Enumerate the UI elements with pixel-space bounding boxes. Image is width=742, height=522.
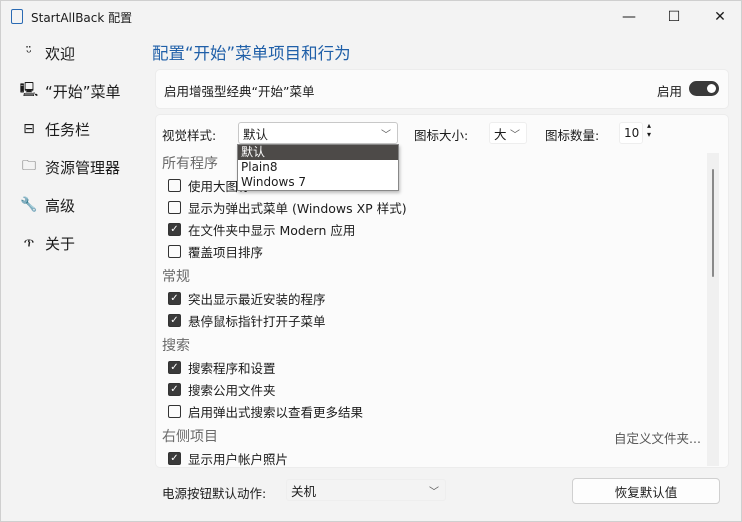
smile-icon: ᵕ̈ (26, 45, 32, 61)
customize-folders-link[interactable]: 自定义文件夹... (614, 428, 701, 447)
checkbox-option[interactable]: ✓ 悬停鼠标指针打开子菜单 (168, 311, 326, 329)
icon-size-label: 图标大小: (414, 128, 469, 143)
restore-defaults-button[interactable]: 恢复默认值 (572, 478, 720, 504)
checkbox-option[interactable]: ✓ 突出显示最近安装的程序 (168, 289, 326, 307)
section-title: 所有程序 (162, 156, 218, 172)
checkbox-option[interactable]: ✓ 在文件夹中显示 Modern 应用 (168, 220, 355, 238)
checkbox-label: 在文件夹中显示 Modern 应用 (188, 222, 356, 238)
power-action-select[interactable]: 关机 ﹀ (286, 479, 446, 501)
sidebar-item-label: 高级 (45, 196, 76, 215)
scrollbar[interactable] (707, 153, 719, 466)
sidebar-item-2[interactable]: ⊟ 任务栏 (19, 117, 90, 141)
dropdown-option[interactable]: 默认 (238, 145, 398, 160)
page-title: 配置“开始”菜单项目和行为 (152, 44, 351, 63)
toggle-label: 启用 (657, 84, 683, 99)
sidebar-item-label: 关于 (45, 234, 76, 253)
checkbox-option[interactable]: ✓ 搜索程序和设置 (168, 358, 276, 376)
section-title: 右侧项目 (162, 429, 218, 445)
app-icon (11, 9, 23, 24)
maximize-button[interactable]: ☐ (651, 1, 697, 33)
checkbox-option[interactable]: ✓ 搜索公用文件夹 (168, 380, 276, 398)
sidebar-item-label: 欢迎 (45, 44, 76, 63)
sidebar-item-label: 任务栏 (45, 120, 91, 139)
chevron-down-icon: ﹀ (429, 486, 439, 498)
enhanced-menu-label: 启用增强型经典“开始”菜单 (164, 84, 315, 99)
checkbox[interactable] (168, 404, 181, 418)
checkbox-label: 悬停鼠标指针打开子菜单 (188, 313, 326, 329)
title-bar: StartAllBack 配置 — ☐ ✕ (1, 1, 742, 33)
checkbox-label: 覆盖项目排序 (188, 244, 264, 260)
checkbox-label: 显示用户帐户照片 (188, 451, 289, 467)
sidebar-item-0[interactable]: ᵕ̈ 欢迎 (19, 41, 75, 65)
checkbox[interactable] (168, 244, 181, 258)
sidebar-item-4[interactable]: 🔧 高级 (19, 193, 75, 217)
sidebar-item-1[interactable]: 🖳 “开始”菜单 (19, 79, 121, 103)
checkbox-option[interactable]: 显示为弹出式菜单 (Windows XP 样式) (168, 198, 407, 216)
taskbar-icon: ⊟ (23, 121, 35, 137)
chevron-down-icon: ﹀ (381, 129, 391, 141)
checkbox-option[interactable]: ✓ 显示用户帐户照片 (168, 449, 288, 467)
sidebar-item-5[interactable]: ጥ 关于 (19, 231, 75, 255)
power-action-value: 关机 (291, 483, 317, 499)
checkbox[interactable]: ✓ (168, 313, 181, 327)
section-title: 搜索 (162, 338, 190, 354)
dropdown-option[interactable]: Plain8 (238, 160, 398, 175)
icon-count-input[interactable]: 10 (619, 122, 643, 144)
checkbox[interactable]: ✓ (168, 360, 181, 374)
sidebar-item-label: 资源管理器 (45, 158, 121, 177)
scrollbar-thumb[interactable] (712, 169, 714, 277)
checkbox-label: 启用弹出式搜索以查看更多结果 (188, 404, 364, 420)
checkbox[interactable]: ✓ (168, 451, 181, 465)
visual-style-label: 视觉样式: (162, 128, 217, 143)
visual-style-dropdown: 默认 Plain8 Windows 7 (237, 144, 399, 191)
icon-count-label: 图标数量: (545, 128, 600, 143)
enhanced-menu-panel: 启用增强型经典“开始”菜单 启用 (155, 69, 729, 109)
icon-count-spinner[interactable]: ▴ ▾ (647, 121, 651, 139)
checkbox-label: 搜索程序和设置 (188, 360, 276, 376)
checkbox-label: 显示为弹出式菜单 (Windows XP 样式) (188, 200, 407, 216)
checkbox[interactable]: ✓ (168, 382, 181, 396)
checkbox-option[interactable]: 覆盖项目排序 (168, 242, 263, 260)
checkbox[interactable] (168, 178, 181, 192)
folder-icon: 🗀 (22, 158, 36, 174)
checkbox-label: 搜索公用文件夹 (188, 382, 276, 398)
visual-style-select[interactable]: 默认 ﹀ (238, 122, 398, 144)
enhanced-menu-toggle[interactable] (689, 81, 719, 96)
checkbox-option[interactable]: 启用弹出式搜索以查看更多结果 (168, 402, 363, 420)
checkbox[interactable] (168, 200, 181, 214)
wrench-icon: 🔧 (20, 197, 38, 213)
close-button[interactable]: ✕ (697, 1, 742, 33)
window-title: StartAllBack 配置 (31, 11, 133, 25)
icon-size-select[interactable]: 大 ﹀ (489, 122, 527, 144)
minimize-button[interactable]: — (606, 1, 652, 33)
visual-style-value: 默认 (243, 126, 269, 142)
sidebar-item-3[interactable]: 🗀 资源管理器 (19, 155, 120, 179)
checkbox[interactable]: ✓ (168, 222, 181, 236)
dropdown-option[interactable]: Windows 7 (238, 175, 398, 190)
power-button-label: 电源按钮默认动作: (162, 486, 267, 501)
section-title: 常规 (162, 269, 190, 285)
about-icon: ጥ (23, 235, 35, 251)
chevron-down-icon: ﹀ (510, 129, 520, 141)
monitor-icon: 🖳 (19, 82, 39, 98)
checkbox[interactable]: ✓ (168, 291, 181, 305)
sidebar-item-label: “开始”菜单 (45, 82, 121, 101)
checkbox-label: 突出显示最近安装的程序 (188, 291, 326, 307)
icon-count-value: 10 (624, 126, 640, 140)
icon-size-value: 大 (494, 126, 507, 142)
